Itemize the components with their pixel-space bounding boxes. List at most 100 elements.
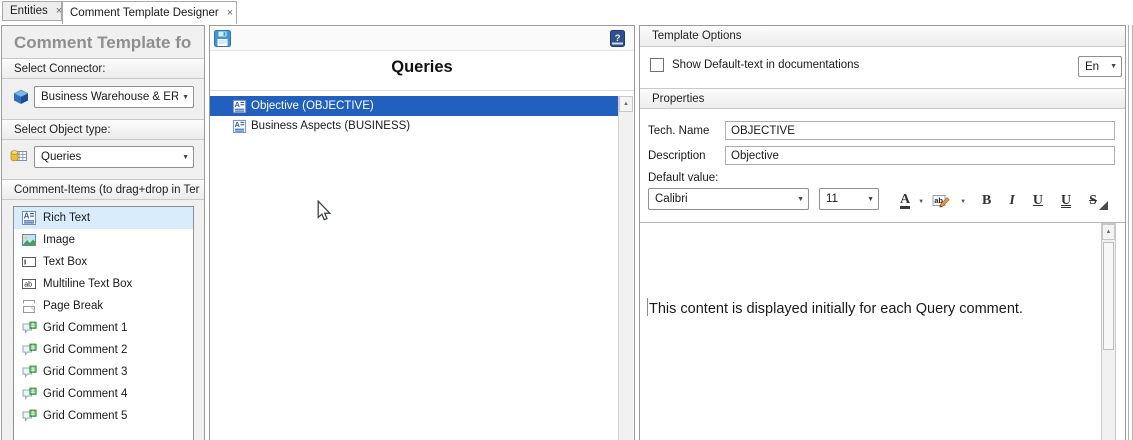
- comment-item-rich-text[interactable]: A Rich Text: [14, 207, 193, 229]
- help-icon[interactable]: ?: [609, 30, 626, 47]
- comment-item-grid-comment-1[interactable]: Grid Comment 1: [14, 317, 193, 339]
- highlight-icon: ab: [932, 193, 952, 209]
- svg-text:?: ?: [615, 33, 621, 44]
- template-designer-panel: ? Queries A Objective (OBJECTIVE): [209, 25, 635, 440]
- language-select[interactable]: En ▼: [1078, 56, 1122, 77]
- comment-item-label: Grid Comment 1: [43, 322, 127, 334]
- default-value-label: Default value:: [648, 172, 718, 184]
- query-row-objective[interactable]: A Objective (OBJECTIVE): [210, 96, 618, 116]
- comment-item-grid-comment-3[interactable]: Grid Comment 3: [14, 361, 193, 383]
- language-select-value: En: [1085, 61, 1106, 73]
- grid-comment-icon: [21, 342, 37, 358]
- tech-name-field[interactable]: OBJECTIVE: [725, 121, 1115, 140]
- comment-item-page-break[interactable]: Page Break: [14, 295, 193, 317]
- tech-name-value: OBJECTIVE: [731, 125, 795, 137]
- description-label: Description: [648, 150, 706, 162]
- connector-select[interactable]: Business Warehouse & ERP ▼: [34, 86, 194, 108]
- text-box-icon: [21, 254, 37, 270]
- save-icon[interactable]: [214, 30, 231, 47]
- object-type-table-icon: [10, 147, 28, 165]
- underline-button[interactable]: U: [1028, 189, 1048, 209]
- query-row-business-aspects[interactable]: A Business Aspects (BUSINESS): [210, 116, 618, 136]
- object-type-select[interactable]: Queries ▼: [34, 146, 194, 168]
- sidebar-title: Comment Template fo: [14, 33, 200, 53]
- chevron-down-icon: ▼: [793, 196, 804, 203]
- double-underline-button[interactable]: U: [1056, 189, 1076, 209]
- comment-item-text-box[interactable]: Text Box: [14, 251, 193, 273]
- image-icon: [21, 232, 37, 248]
- comment-item-label: Text Box: [43, 256, 87, 268]
- description-value: Objective: [731, 150, 779, 162]
- comment-item-grid-comment-5[interactable]: Grid Comment 5: [14, 405, 193, 427]
- chevron-down-icon[interactable]: ▼: [915, 199, 927, 205]
- close-icon[interactable]: ×: [48, 5, 62, 17]
- app-window: Entities × Comment Template Designer × C…: [0, 0, 1133, 440]
- chevron-down-icon: ▼: [178, 94, 189, 101]
- select-connector-header: Select Connector:: [2, 58, 204, 79]
- comment-items-header: Comment-Items (to drag+drop in Ter: [2, 179, 204, 200]
- comment-item-label: Page Break: [43, 300, 103, 312]
- default-value-editor[interactable]: This content is displayed initially for …: [640, 222, 1125, 440]
- comment-item-label: Grid Comment 5: [43, 410, 127, 422]
- scroll-up-icon[interactable]: ▲: [619, 96, 633, 112]
- close-icon[interactable]: ×: [219, 7, 233, 19]
- rich-text-icon: A: [21, 210, 37, 226]
- comment-item-label: Grid Comment 3: [43, 366, 127, 378]
- svg-text:A: A: [234, 120, 240, 129]
- tab-label: Entities: [10, 5, 48, 17]
- editor-text: This content is displayed initially for …: [649, 301, 1023, 317]
- comment-item-grid-comment-2[interactable]: Grid Comment 2: [14, 339, 193, 361]
- object-type-select-value: Queries: [41, 151, 178, 163]
- query-row-label: Objective (OBJECTIVE): [251, 100, 374, 112]
- svg-text:ab: ab: [24, 281, 32, 288]
- font-name-select[interactable]: Calibri ▼: [648, 188, 809, 210]
- italic-button[interactable]: I: [1004, 189, 1019, 209]
- comment-item-label: Grid Comment 4: [43, 388, 127, 400]
- divider: [210, 90, 634, 91]
- comment-item-multiline-text-box[interactable]: ab Multiline Text Box: [14, 273, 193, 295]
- scroll-up-icon[interactable]: ▲: [1102, 224, 1115, 240]
- highlight-color-button[interactable]: ab: [927, 189, 957, 209]
- query-list: A Objective (OBJECTIVE) A Busines: [210, 96, 618, 440]
- grid-comment-icon: [21, 386, 37, 402]
- query-row-label: Business Aspects (BUSINESS): [251, 120, 410, 132]
- font-size-value: 11: [826, 193, 863, 205]
- comment-items-list: A Rich Text Image: [13, 206, 194, 440]
- tab-comment-template-designer[interactable]: Comment Template Designer ×: [62, 1, 237, 24]
- object-type-title: Queries: [210, 58, 634, 77]
- show-default-text-checkbox[interactable]: [650, 58, 664, 72]
- connector-cube-icon: [12, 88, 30, 106]
- select-object-type-header: Select Object type:: [2, 119, 204, 140]
- connector-select-value: Business Warehouse & ERP: [41, 91, 178, 103]
- template-options-header: Template Options: [640, 26, 1125, 47]
- svg-text:A: A: [24, 212, 30, 221]
- grid-comment-icon: [21, 364, 37, 380]
- chevron-down-icon[interactable]: ▼: [957, 199, 969, 205]
- grid-comment-icon: [21, 408, 37, 424]
- sidebar: Comment Template fo Select Connector: Bu…: [1, 25, 205, 440]
- rich-text-icon: A: [232, 119, 247, 134]
- editor-scrollbar[interactable]: ▲: [1101, 223, 1116, 440]
- grid-comment-icon: [21, 320, 37, 336]
- scrollbar-thumb[interactable]: [1103, 242, 1114, 350]
- comment-item-label: Grid Comment 2: [43, 344, 127, 356]
- font-size-select[interactable]: 11 ▼: [819, 188, 879, 210]
- bold-button[interactable]: B: [977, 189, 996, 209]
- chevron-down-icon: ▼: [863, 196, 874, 203]
- font-name-value: Calibri: [655, 193, 793, 205]
- comment-item-grid-comment-4[interactable]: Grid Comment 4: [14, 383, 193, 405]
- description-field[interactable]: Objective: [725, 146, 1115, 165]
- tab-label: Comment Template Designer: [70, 7, 219, 19]
- multiline-text-box-icon: ab: [21, 276, 37, 292]
- tech-name-label: Tech. Name: [648, 125, 709, 137]
- query-list-scrollbar[interactable]: ▲: [618, 96, 633, 440]
- properties-header: Properties: [640, 88, 1125, 109]
- text-caret: [647, 298, 648, 316]
- comment-item-image[interactable]: Image: [14, 229, 193, 251]
- toolbar-grip-icon[interactable]: [1099, 201, 1108, 210]
- comment-item-label: Multiline Text Box: [43, 278, 132, 290]
- font-color-button[interactable]: A: [895, 189, 915, 209]
- tab-entities[interactable]: Entities ×: [2, 1, 62, 21]
- comment-item-label: Image: [43, 234, 75, 246]
- designer-toolbar: [210, 26, 634, 51]
